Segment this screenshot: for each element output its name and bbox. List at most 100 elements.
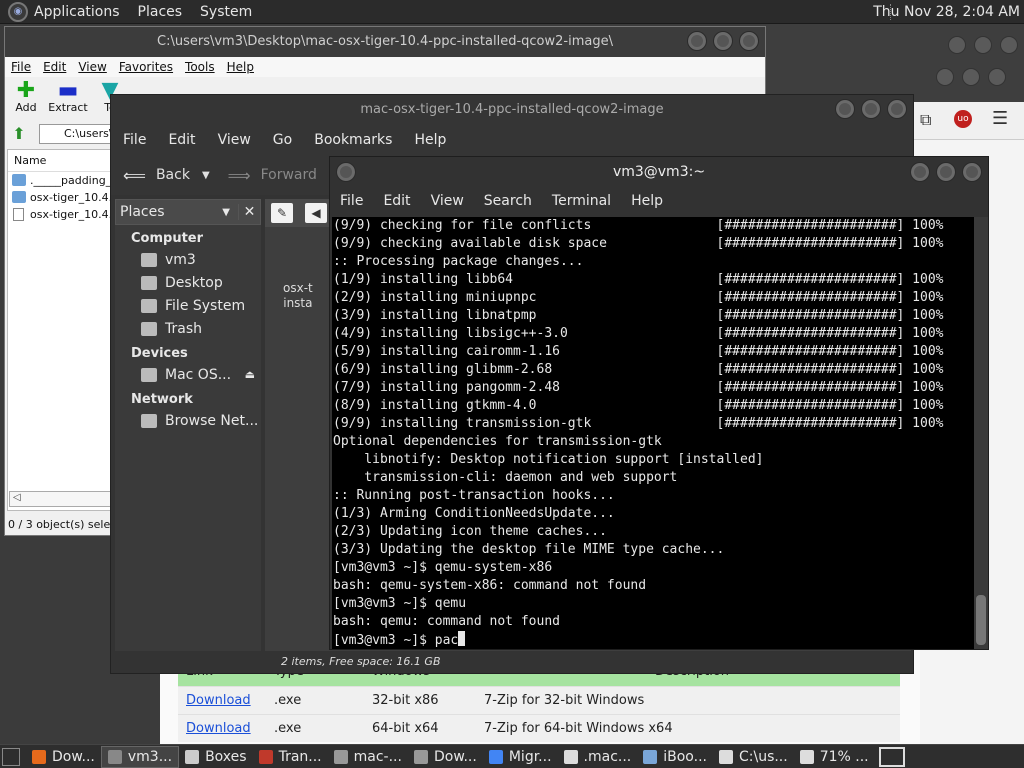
up-arrow-icon[interactable]: ⬆: [9, 124, 29, 144]
vertical-scrollbar[interactable]: [974, 217, 988, 649]
taskbar-item[interactable]: mac-...: [328, 746, 408, 768]
maximize-icon[interactable]: [713, 31, 733, 51]
taskbar-item[interactable]: 71% ...: [794, 746, 875, 768]
ublock-icon[interactable]: uo: [954, 110, 972, 128]
list-item[interactable]: osx-tiger_10.4.11: [8, 206, 116, 223]
app-icon: [643, 749, 658, 764]
workspace-switcher-icon[interactable]: [878, 746, 905, 767]
menu-view[interactable]: View: [78, 60, 106, 74]
menu-terminal[interactable]: Terminal: [552, 193, 611, 209]
terminal-titlebar[interactable]: vm3@vm3:~: [330, 157, 988, 187]
download-link[interactable]: Download: [186, 721, 251, 736]
terminal-line: Optional dependencies for transmission-g…: [333, 434, 662, 449]
menu-search[interactable]: Search: [484, 193, 532, 209]
taskbar-item[interactable]: .mac...: [558, 746, 638, 768]
menu-tools[interactable]: Tools: [185, 60, 215, 74]
close-icon[interactable]: [887, 99, 907, 119]
7zip-titlebar[interactable]: C:\users\vm3\Desktop\mac-osx-tiger-10.4-…: [5, 27, 765, 57]
terminal-prompt-line[interactable]: [vm3@vm3 ~]$ pac: [333, 631, 974, 649]
close-icon[interactable]: [962, 162, 982, 182]
close-icon[interactable]: [739, 31, 759, 51]
list-item[interactable]: ._____padding_file: [8, 172, 116, 189]
taskbar-item[interactable]: C:\us...: [713, 746, 794, 768]
system-menu[interactable]: System: [200, 4, 252, 20]
applications-menu[interactable]: Applications: [34, 4, 120, 20]
sidebar-item-file-system[interactable]: File System: [115, 294, 261, 317]
clock[interactable]: Thu Nov 28, 2:04 AM: [873, 4, 1020, 20]
maximize-icon[interactable]: [974, 36, 992, 54]
maximize-icon[interactable]: [936, 162, 956, 182]
menu-help[interactable]: Help: [631, 193, 663, 209]
places-selector[interactable]: Places ▼ ✕: [115, 199, 261, 225]
terminal-line: (3/9) installing libnatpmp [############…: [333, 308, 944, 323]
app-icon: [185, 749, 200, 764]
sidebar-item-mac-os[interactable]: Mac OS... ⏏: [115, 363, 261, 386]
taskbar-item[interactable]: Migr...: [483, 746, 558, 768]
minimize-icon[interactable]: [687, 31, 707, 51]
menu-file[interactable]: File: [11, 60, 31, 74]
sidebar-item-desktop[interactable]: Desktop: [115, 271, 261, 294]
add-button[interactable]: ✚ Add: [5, 77, 47, 121]
minimize-icon[interactable]: [910, 162, 930, 182]
list-item[interactable]: osx-tiger_10.4.11: [8, 189, 116, 206]
back-history-dropdown-icon[interactable]: ▼: [202, 170, 210, 181]
window-menu-icon[interactable]: [336, 162, 356, 182]
file-manager-titlebar[interactable]: mac-osx-tiger-10.4-ppc-installed-qcow2-i…: [111, 95, 913, 125]
eject-icon[interactable]: ⏏: [245, 368, 255, 381]
menu-view[interactable]: View: [431, 193, 464, 209]
minimize-icon[interactable]: [835, 99, 855, 119]
taskbar-item[interactable]: Boxes: [179, 746, 253, 768]
taskbar-item[interactable]: iBoo...: [637, 746, 713, 768]
7zip-menubar: File Edit View Favorites Tools Help: [5, 57, 765, 77]
path-left-icon[interactable]: ◀: [305, 203, 327, 223]
taskbar-item[interactable]: Dow...: [408, 746, 483, 768]
menu-file[interactable]: File: [340, 193, 363, 209]
places-menu[interactable]: Places: [138, 4, 183, 20]
menu-bookmarks[interactable]: Bookmarks: [314, 132, 392, 148]
taskbar-item[interactable]: vm3...: [100, 745, 180, 768]
forward-arrow-icon[interactable]: ⟹: [228, 166, 251, 185]
window-title: C:\users\vm3\Desktop\mac-osx-tiger-10.4-…: [157, 34, 613, 49]
menu-go[interactable]: Go: [273, 132, 292, 148]
browser-ctl-icon[interactable]: [962, 68, 980, 86]
menu-help[interactable]: Help: [414, 132, 446, 148]
menu-file[interactable]: File: [123, 132, 146, 148]
menu-view[interactable]: View: [218, 132, 251, 148]
browser-ctl-icon[interactable]: [988, 68, 1006, 86]
back-arrow-icon[interactable]: ⟸: [123, 166, 146, 185]
maximize-icon[interactable]: [861, 99, 881, 119]
menu-edit[interactable]: Edit: [383, 193, 410, 209]
sidebar-item-trash[interactable]: Trash: [115, 317, 261, 340]
taskbar-item[interactable]: Tran...: [253, 746, 328, 768]
menu-edit[interactable]: Edit: [43, 60, 66, 74]
distro-logo-icon[interactable]: ◉: [8, 1, 28, 22]
taskbar-item[interactable]: Dow...: [26, 746, 101, 768]
file-icon-label[interactable]: osx-t insta: [283, 281, 313, 311]
terminal-output[interactable]: (9/9) checking for file conflicts [#####…: [332, 217, 974, 649]
back-button[interactable]: Back: [156, 167, 190, 183]
extensions-icon[interactable]: ⧉: [920, 110, 931, 130]
menu-help[interactable]: Help: [227, 60, 254, 74]
show-desktop-icon[interactable]: [2, 747, 20, 766]
minimize-icon[interactable]: [948, 36, 966, 54]
sidebar-item-vm3[interactable]: vm3: [115, 248, 261, 271]
menu-favorites[interactable]: Favorites: [119, 60, 173, 74]
close-sidebar-icon[interactable]: ✕: [238, 204, 260, 220]
scroll-left-icon[interactable]: ◁: [13, 492, 21, 503]
terminal-input[interactable]: pac: [435, 633, 458, 648]
download-link[interactable]: Download: [186, 693, 251, 708]
forward-button[interactable]: Forward: [261, 167, 317, 183]
top-panel: ◉ Applications Places System Thu Nov 28,…: [0, 0, 1024, 24]
edit-path-icon[interactable]: ✎: [271, 203, 293, 223]
browser-ctl-icon[interactable]: [936, 68, 954, 86]
extract-button[interactable]: ▬ Extract: [47, 77, 89, 121]
app-icon: [718, 749, 733, 764]
scrollbar-thumb[interactable]: [976, 595, 986, 645]
column-name[interactable]: Name: [8, 150, 116, 172]
sidebar-item-browse-network[interactable]: Browse Net...: [115, 409, 261, 432]
menu-edit[interactable]: Edit: [168, 132, 195, 148]
address-input[interactable]: C:\users\v: [39, 124, 119, 144]
horizontal-scrollbar[interactable]: ◁: [9, 491, 113, 507]
hamburger-menu-icon[interactable]: ☰: [992, 108, 1008, 129]
close-icon[interactable]: [1000, 36, 1018, 54]
